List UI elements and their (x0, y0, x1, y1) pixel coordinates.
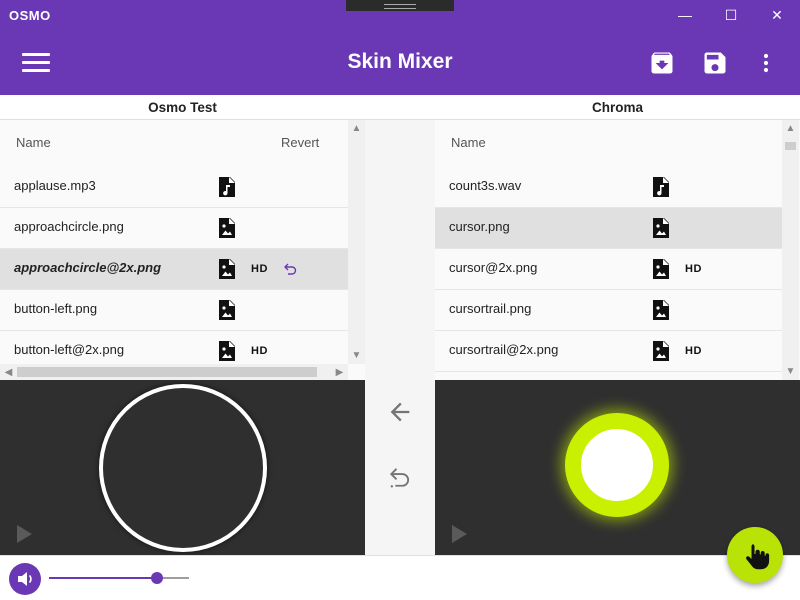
scroll-down-icon[interactable]: ▼ (348, 347, 365, 364)
volume-slider[interactable] (49, 572, 189, 584)
touch-hand-icon (746, 544, 770, 570)
scroll-up-icon[interactable]: ▲ (782, 120, 799, 137)
file-name: cursor.png (449, 219, 510, 234)
scroll-left-icon[interactable]: ◀ (0, 364, 17, 380)
window-titlebar: OSMO — ☐ ✕ (0, 0, 800, 31)
image-file-icon (218, 258, 236, 280)
scroll-down-icon[interactable]: ▼ (782, 363, 799, 380)
scroll-up-icon[interactable]: ▲ (348, 120, 365, 137)
image-file-icon (652, 258, 670, 280)
undo-button[interactable] (386, 463, 414, 491)
file-row[interactable]: count3s.wav (435, 167, 782, 208)
file-name: button-left@2x.png (14, 342, 125, 357)
approachcircle-preview (99, 384, 267, 552)
image-file-icon (652, 217, 670, 239)
save-button[interactable] (701, 49, 729, 77)
left-vertical-scrollbar[interactable]: ▲ ▼ (348, 120, 365, 364)
image-file-icon (218, 340, 236, 362)
volume-button[interactable] (9, 563, 41, 595)
file-row[interactable]: applause.mp3 (0, 167, 348, 208)
vertical-scroll-thumb[interactable] (785, 142, 796, 150)
scroll-right-icon[interactable]: ▶ (331, 364, 348, 380)
image-file-icon (218, 217, 236, 239)
hd-badge: HD (251, 263, 268, 275)
image-file-icon (218, 299, 236, 321)
name-column-header[interactable]: Name (451, 135, 486, 150)
transfer-actions (365, 120, 435, 555)
pick-button[interactable] (727, 527, 783, 583)
file-name: approachcircle.png (14, 219, 124, 234)
file-name: cursortrail.png (449, 301, 532, 316)
audio-file-icon (652, 176, 670, 198)
more-vert-icon (763, 53, 769, 73)
hd-badge: HD (685, 263, 702, 275)
hd-badge: HD (251, 345, 268, 357)
playback-bar (0, 555, 800, 600)
left-panel-title: Osmo Test (0, 95, 365, 120)
app-bar: Skin Mixer (0, 31, 800, 95)
drag-handle[interactable] (346, 0, 454, 11)
file-row[interactable]: approachcircle@2x.png HD (0, 249, 348, 290)
revert-icon[interactable] (282, 260, 300, 278)
app-name: OSMO (9, 8, 51, 23)
arrow-left-icon (390, 402, 410, 422)
file-name: button-left.png (14, 301, 98, 316)
left-preview (0, 380, 365, 555)
file-row[interactable]: cursor@2x.png HD (435, 249, 782, 290)
undo-icon (389, 468, 410, 488)
volume-icon (18, 572, 32, 586)
minimize-icon: — (678, 7, 692, 23)
file-row[interactable]: cursortrail.png (435, 290, 782, 331)
maximize-icon: ☐ (724, 7, 738, 23)
file-row[interactable]: button-left.png (0, 290, 348, 331)
file-name: approachcircle@2x.png (14, 260, 162, 275)
right-vertical-scrollbar[interactable]: ▲ ▼ (782, 120, 799, 380)
left-file-list[interactable]: Name Revert applause.mp3 approachcircle.p… (0, 120, 365, 380)
file-row[interactable]: approachcircle.png (0, 208, 348, 249)
file-name: cursor@2x.png (449, 260, 538, 275)
file-row[interactable]: cursortrail@2x.png HD (435, 331, 782, 372)
hd-badge: HD (685, 345, 702, 357)
page-title: Skin Mixer (347, 50, 453, 73)
copy-to-left-button[interactable] (386, 398, 414, 426)
file-name: cursortrail@2x.png (449, 342, 559, 357)
right-file-list[interactable]: Name count3s.wav cursor.png cursor@2x.png H… (435, 120, 800, 380)
archive-download-icon (651, 52, 673, 74)
name-column-header[interactable]: Name (16, 135, 51, 150)
minimize-button[interactable]: — (662, 0, 708, 31)
archive-download-button[interactable] (648, 49, 676, 77)
save-icon (704, 52, 726, 74)
close-button[interactable]: ✕ (754, 0, 800, 31)
right-panel-title: Chroma (435, 95, 800, 120)
left-horizontal-scrollbar[interactable]: ◀ ▶ (0, 364, 348, 380)
maximize-button[interactable]: ☐ (708, 0, 754, 31)
image-file-icon (652, 299, 670, 321)
more-options-button[interactable] (752, 49, 780, 77)
close-icon: ✕ (771, 7, 783, 23)
volume-slider-thumb[interactable] (150, 572, 163, 584)
play-icon[interactable] (452, 525, 467, 543)
play-icon[interactable] (17, 525, 32, 543)
volume-slider-fill (49, 577, 157, 579)
horizontal-scroll-thumb[interactable] (17, 367, 317, 377)
image-file-icon (652, 340, 670, 362)
cursor-preview (565, 413, 669, 517)
file-name: applause.mp3 (14, 178, 96, 193)
audio-file-icon (218, 176, 236, 198)
file-row[interactable]: cursor.png (435, 208, 782, 249)
file-name: count3s.wav (449, 178, 522, 193)
revert-column-header: Revert (281, 135, 320, 150)
